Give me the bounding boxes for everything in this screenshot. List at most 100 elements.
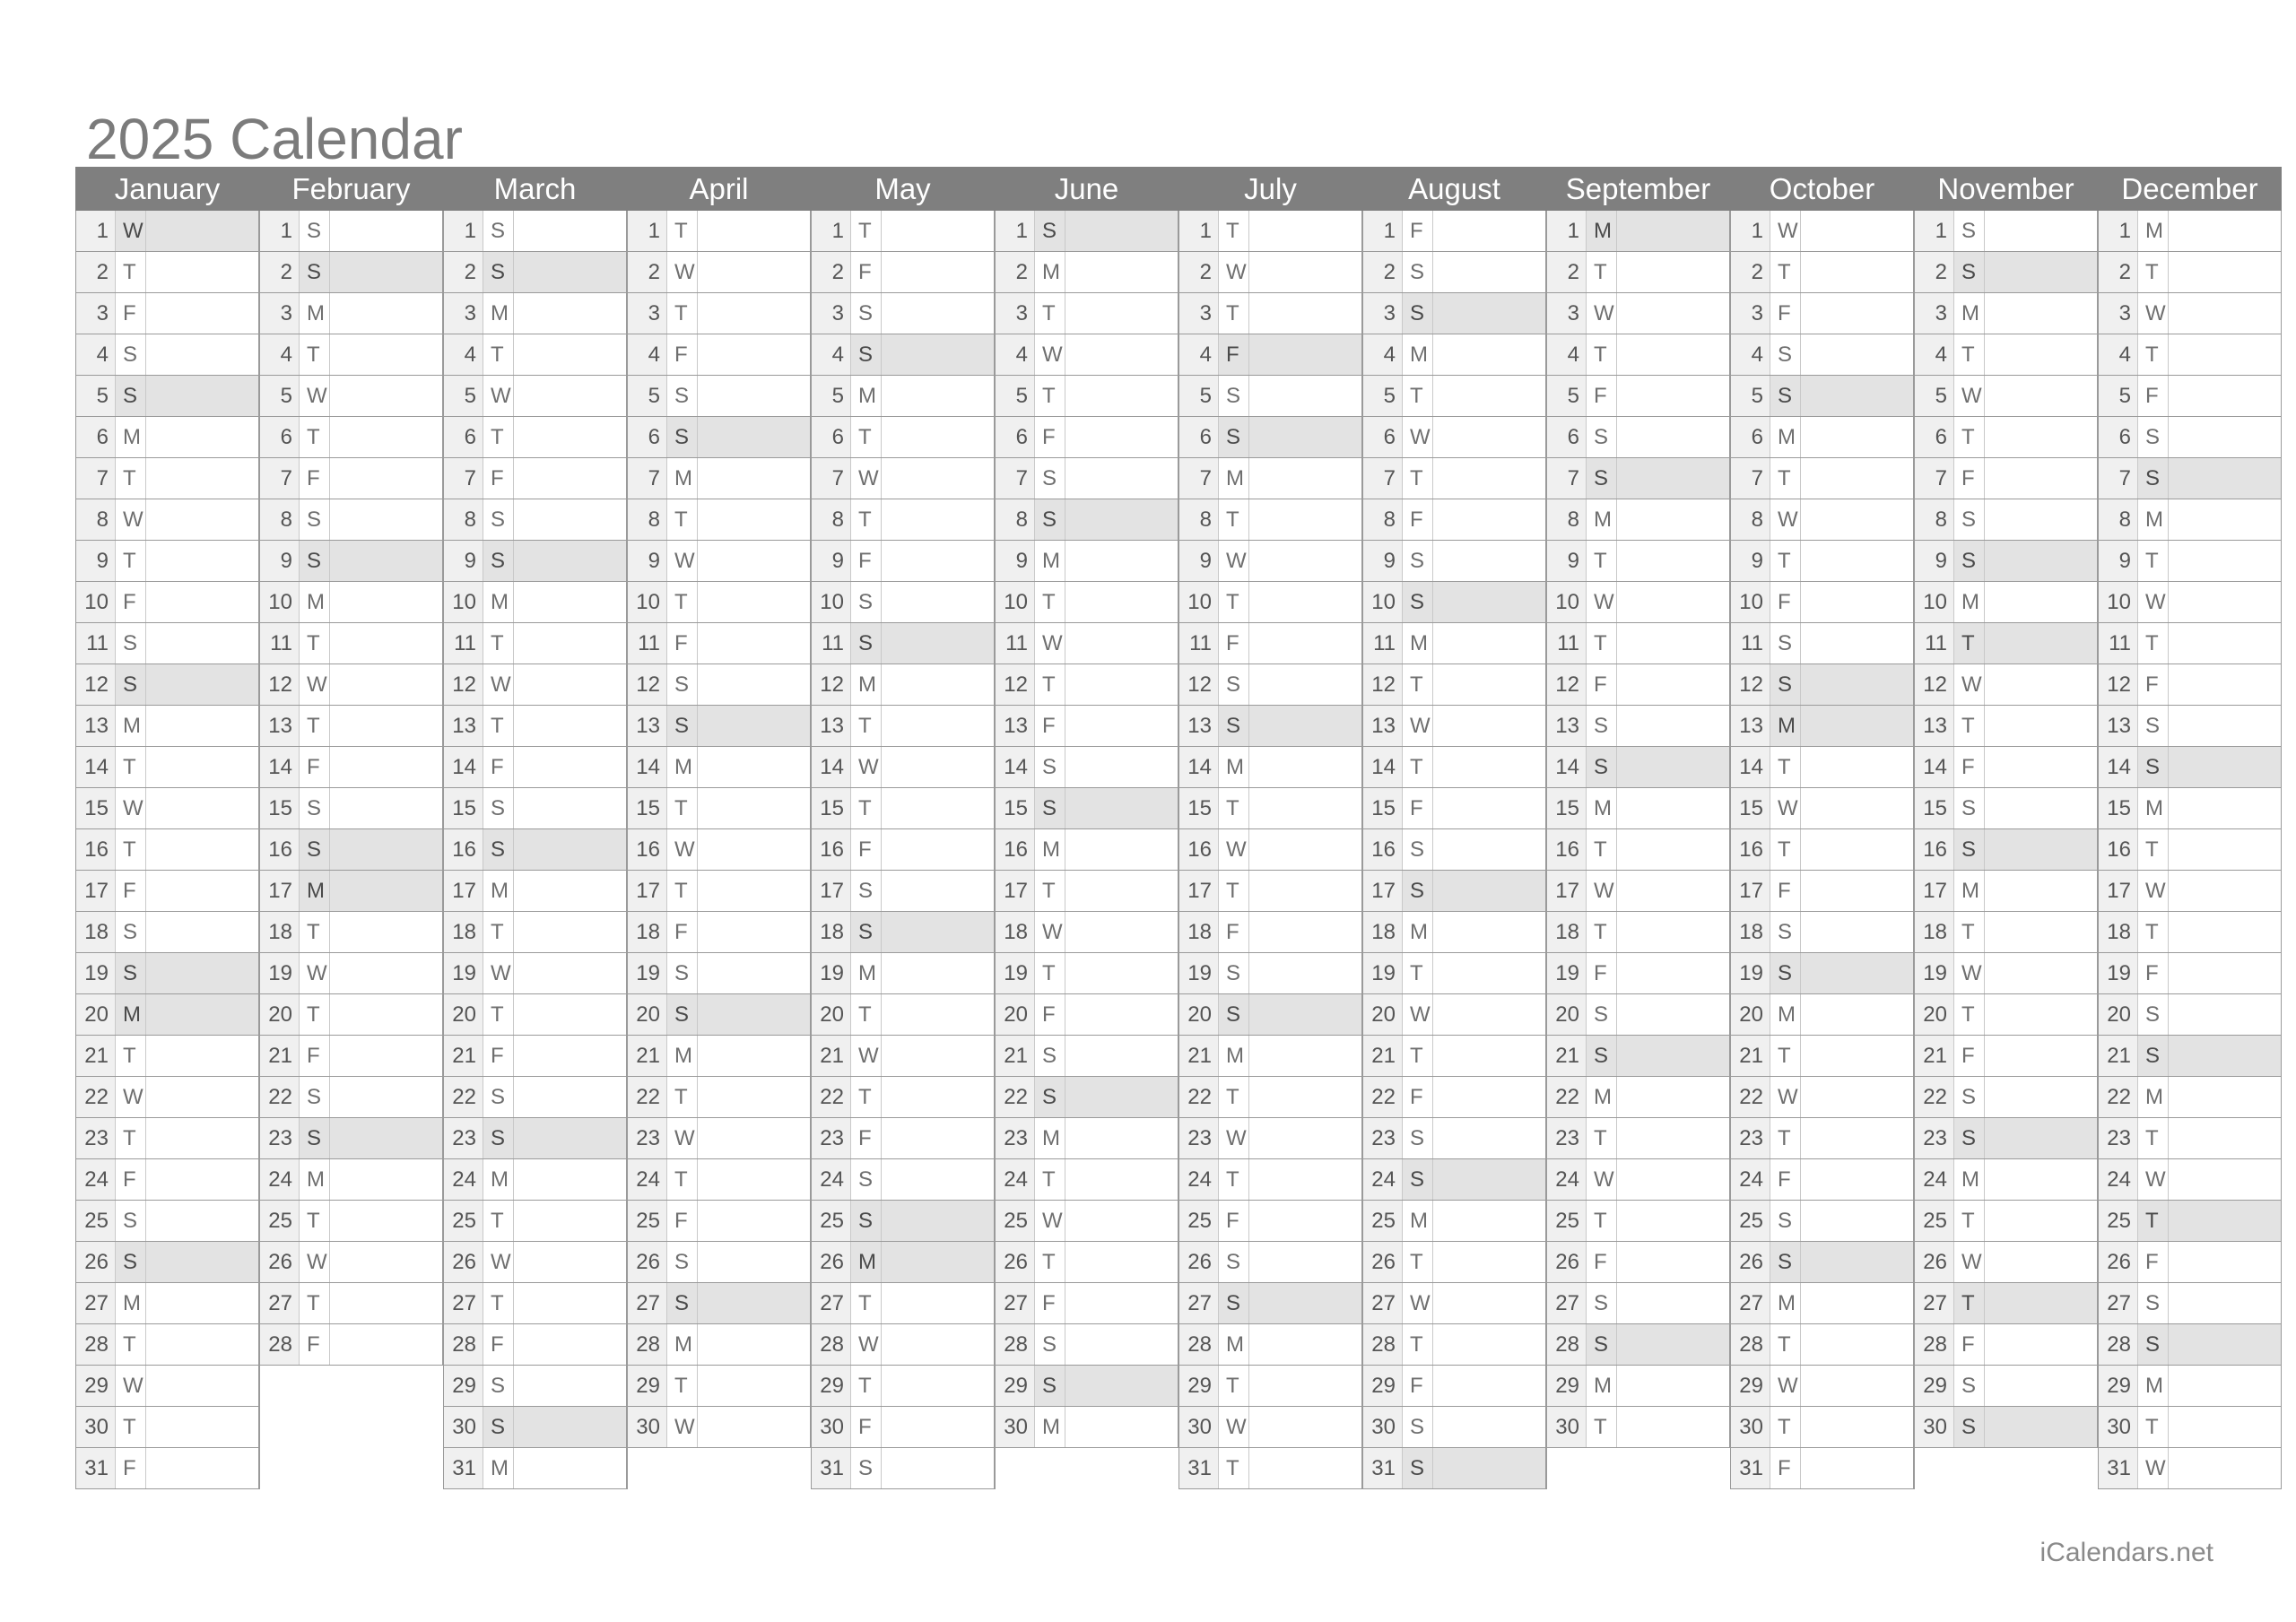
day-note-cell[interactable] bbox=[330, 706, 443, 746]
day-row[interactable]: 12 S bbox=[1179, 664, 1362, 706]
day-note-cell[interactable] bbox=[330, 376, 443, 416]
day-note-cell[interactable] bbox=[514, 1077, 627, 1117]
day-row[interactable]: 11 F bbox=[628, 623, 811, 664]
day-row[interactable]: 9T bbox=[2099, 541, 2282, 582]
day-row[interactable]: 12 F bbox=[2099, 664, 2282, 706]
day-row[interactable]: 9S bbox=[1915, 541, 2098, 582]
day-note-cell[interactable] bbox=[1985, 376, 2098, 416]
day-row[interactable]: 12 S bbox=[628, 664, 811, 706]
day-note-cell[interactable] bbox=[1065, 1159, 1178, 1200]
day-note-cell[interactable] bbox=[1433, 912, 1546, 952]
day-note-cell[interactable] bbox=[1617, 1366, 1730, 1406]
day-note-cell[interactable] bbox=[882, 1118, 995, 1158]
day-row[interactable]: 14 F bbox=[260, 747, 443, 788]
day-note-cell[interactable] bbox=[698, 747, 811, 787]
day-note-cell[interactable] bbox=[882, 1036, 995, 1076]
day-note-cell[interactable] bbox=[330, 1118, 443, 1158]
day-row[interactable]: 10 W bbox=[2099, 582, 2282, 623]
day-row[interactable]: 5F bbox=[1547, 376, 1730, 417]
day-row[interactable]: 25 S bbox=[76, 1201, 259, 1242]
day-row[interactable]: 17 T bbox=[996, 871, 1178, 912]
day-note-cell[interactable] bbox=[1985, 252, 2098, 292]
day-row[interactable]: 4W bbox=[996, 334, 1178, 376]
day-row[interactable]: 12 W bbox=[444, 664, 627, 706]
day-row[interactable]: 26 T bbox=[1363, 1242, 1546, 1283]
day-note-cell[interactable] bbox=[1801, 912, 1914, 952]
day-row[interactable]: 1F bbox=[1363, 211, 1546, 252]
day-row[interactable]: 9T bbox=[1731, 541, 1914, 582]
day-row[interactable]: 1W bbox=[1731, 211, 1914, 252]
day-note-cell[interactable] bbox=[1617, 1242, 1730, 1282]
day-note-cell[interactable] bbox=[1433, 953, 1546, 993]
day-note-cell[interactable] bbox=[146, 706, 259, 746]
day-note-cell[interactable] bbox=[882, 1407, 995, 1447]
day-note-cell[interactable] bbox=[1433, 994, 1546, 1035]
day-note-cell[interactable] bbox=[698, 334, 811, 375]
day-note-cell[interactable] bbox=[698, 706, 811, 746]
day-note-cell[interactable] bbox=[1985, 829, 2098, 870]
day-note-cell[interactable] bbox=[1617, 623, 1730, 664]
day-row[interactable]: 18 W bbox=[996, 912, 1178, 953]
day-note-cell[interactable] bbox=[514, 871, 627, 911]
day-row[interactable]: 11 S bbox=[76, 623, 259, 664]
day-row[interactable]: 13 T bbox=[812, 706, 995, 747]
day-note-cell[interactable] bbox=[1065, 417, 1178, 457]
day-row[interactable]: 25 M bbox=[1363, 1201, 1546, 1242]
day-note-cell[interactable] bbox=[146, 912, 259, 952]
day-row[interactable]: 1S bbox=[260, 211, 443, 252]
day-note-cell[interactable] bbox=[1249, 1118, 1362, 1158]
day-row[interactable]: 9S bbox=[260, 541, 443, 582]
day-note-cell[interactable] bbox=[1617, 1283, 1730, 1323]
day-note-cell[interactable] bbox=[1985, 458, 2098, 499]
day-note-cell[interactable] bbox=[1617, 1077, 1730, 1117]
day-note-cell[interactable] bbox=[1249, 747, 1362, 787]
day-note-cell[interactable] bbox=[1065, 953, 1178, 993]
day-note-cell[interactable] bbox=[1801, 293, 1914, 334]
day-row[interactable]: 25 F bbox=[628, 1201, 811, 1242]
day-row[interactable]: 22 T bbox=[628, 1077, 811, 1118]
day-note-cell[interactable] bbox=[1065, 334, 1178, 375]
day-note-cell[interactable] bbox=[1065, 912, 1178, 952]
day-note-cell[interactable] bbox=[1249, 211, 1362, 251]
day-note-cell[interactable] bbox=[882, 788, 995, 828]
day-note-cell[interactable] bbox=[882, 706, 995, 746]
day-note-cell[interactable] bbox=[1801, 788, 1914, 828]
day-note-cell[interactable] bbox=[1433, 541, 1546, 581]
day-note-cell[interactable] bbox=[146, 211, 259, 251]
day-note-cell[interactable] bbox=[1249, 1324, 1362, 1365]
day-row[interactable]: 16 F bbox=[812, 829, 995, 871]
day-note-cell[interactable] bbox=[2169, 1366, 2282, 1406]
day-note-cell[interactable] bbox=[698, 417, 811, 457]
day-note-cell[interactable] bbox=[1249, 252, 1362, 292]
day-row[interactable]: 21 F bbox=[444, 1036, 627, 1077]
day-row[interactable]: 10 S bbox=[812, 582, 995, 623]
day-row[interactable]: 3M bbox=[1915, 293, 2098, 334]
day-row[interactable]: 23 S bbox=[260, 1118, 443, 1159]
day-row[interactable]: 7T bbox=[1731, 458, 1914, 499]
day-row[interactable]: 20 T bbox=[444, 994, 627, 1036]
day-row[interactable]: 25 F bbox=[1179, 1201, 1362, 1242]
day-row[interactable]: 27 T bbox=[1915, 1283, 2098, 1324]
day-row[interactable]: 7F bbox=[260, 458, 443, 499]
day-note-cell[interactable] bbox=[1801, 1407, 1914, 1447]
day-row[interactable]: 7S bbox=[2099, 458, 2282, 499]
day-note-cell[interactable] bbox=[1801, 541, 1914, 581]
day-row[interactable]: 11 S bbox=[812, 623, 995, 664]
day-note-cell[interactable] bbox=[2169, 417, 2282, 457]
day-row[interactable]: 10 M bbox=[1915, 582, 2098, 623]
day-row[interactable]: 30 S bbox=[444, 1407, 627, 1448]
day-row[interactable]: 29 W bbox=[76, 1366, 259, 1407]
day-note-cell[interactable] bbox=[2169, 211, 2282, 251]
day-note-cell[interactable] bbox=[146, 582, 259, 622]
day-row[interactable]: 26 T bbox=[996, 1242, 1178, 1283]
day-note-cell[interactable] bbox=[330, 1077, 443, 1117]
day-row[interactable]: 25 S bbox=[1731, 1201, 1914, 1242]
day-row[interactable]: 28 M bbox=[628, 1324, 811, 1366]
day-row[interactable]: 31 S bbox=[1363, 1448, 1546, 1489]
day-note-cell[interactable] bbox=[514, 1201, 627, 1241]
day-note-cell[interactable] bbox=[1249, 417, 1362, 457]
day-note-cell[interactable] bbox=[1065, 1036, 1178, 1076]
day-note-cell[interactable] bbox=[1065, 211, 1178, 251]
day-note-cell[interactable] bbox=[698, 994, 811, 1035]
day-note-cell[interactable] bbox=[1249, 829, 1362, 870]
